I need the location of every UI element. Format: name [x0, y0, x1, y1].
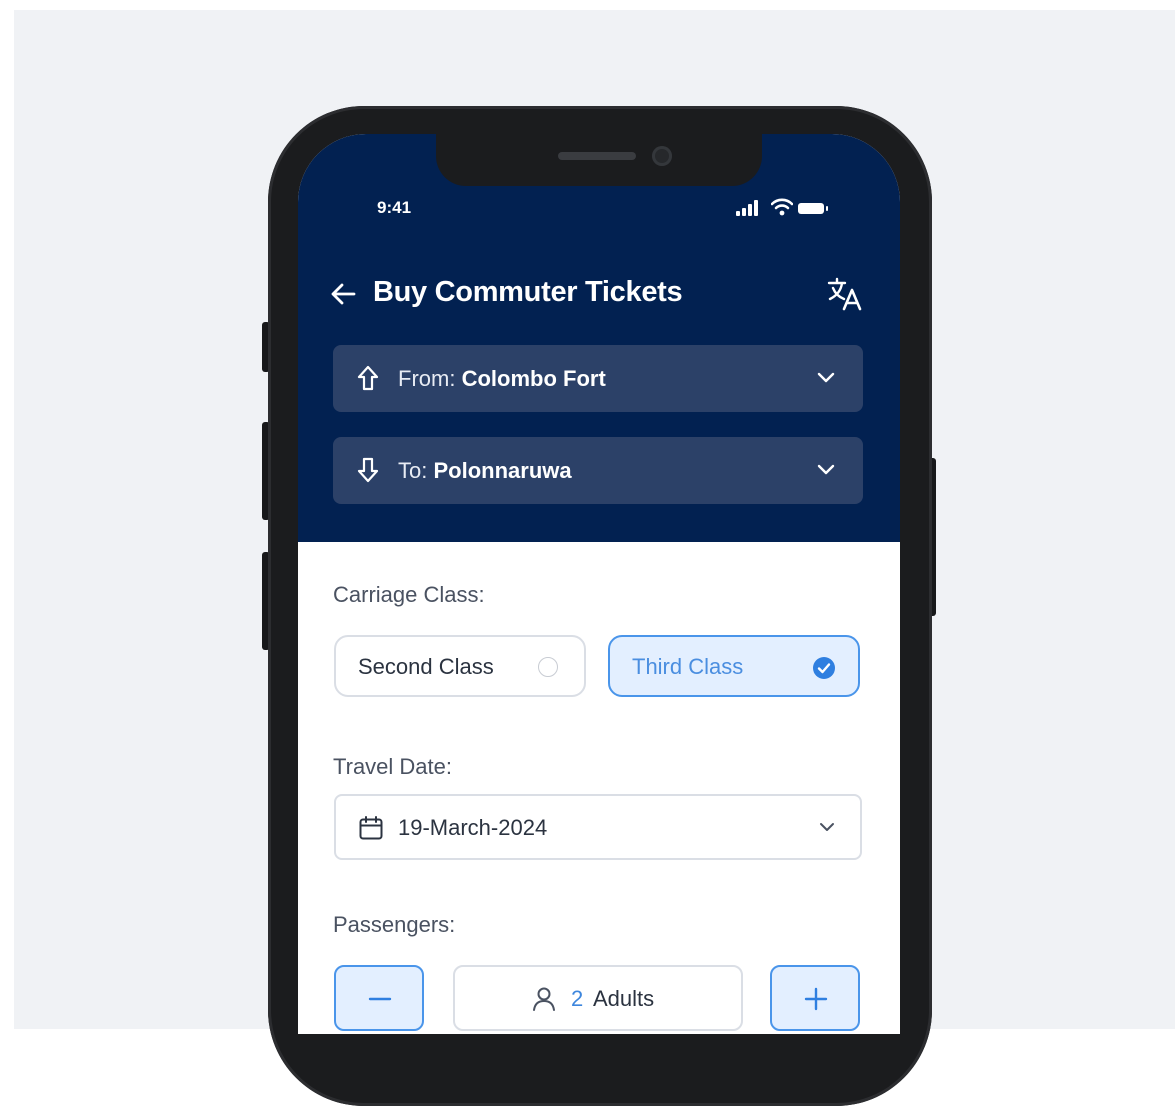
increase-passengers-button[interactable] [770, 965, 860, 1031]
signal-icon [736, 200, 758, 216]
translate-icon[interactable] [826, 276, 864, 312]
to-value: Polonnaruwa [433, 458, 572, 483]
phone-screen: 9:41 Buy Commuter Tickets From: Colombo … [298, 134, 900, 1034]
third-class-label: Third Class [632, 654, 744, 679]
speaker [558, 152, 636, 160]
from-station-text: From: Colombo Fort [398, 366, 606, 392]
carriage-class-label: Carriage Class: [333, 582, 485, 607]
arrow-down-icon [357, 457, 379, 483]
second-class-label: Second Class [358, 654, 494, 679]
user-icon [533, 987, 555, 1011]
notch [436, 134, 762, 186]
second-class-option[interactable]: Second Class [334, 635, 586, 697]
from-value: Colombo Fort [461, 366, 606, 391]
status-icons [736, 198, 846, 218]
minus-icon [368, 997, 392, 1001]
chevron-down-icon [820, 823, 834, 831]
passengers-label: Passengers: [333, 912, 456, 937]
plus-icon [804, 987, 828, 1011]
battery-icon [798, 203, 824, 214]
from-station-select[interactable]: From: Colombo Fort [333, 345, 863, 412]
to-station-select[interactable]: To: Polonnaruwa [333, 437, 863, 504]
check-circle-icon [813, 657, 835, 679]
passenger-unit: Adults [593, 986, 655, 1011]
wifi-icon [771, 198, 793, 216]
status-time: 9:41 [377, 198, 412, 217]
arrow-left-icon[interactable] [328, 279, 358, 309]
travel-date-label: Travel Date: [333, 754, 453, 779]
front-camera [652, 146, 672, 166]
passenger-count-field: 2 Adults [453, 965, 743, 1031]
to-station-text: To: Polonnaruwa [398, 458, 572, 484]
app-header: 9:41 Buy Commuter Tickets From: Colombo … [298, 134, 900, 542]
arrow-up-icon [357, 365, 379, 391]
chevron-down-icon [817, 372, 835, 383]
battery-tip [826, 206, 828, 211]
passenger-count: 2 [571, 986, 584, 1011]
to-label: To: [398, 458, 428, 483]
travel-date-select[interactable]: 19-March-2024 [334, 794, 862, 860]
from-label: From: [398, 366, 456, 391]
decrease-passengers-button[interactable] [334, 965, 424, 1031]
radio-unchecked-icon [538, 657, 558, 677]
travel-date-value: 19-March-2024 [398, 815, 548, 840]
calendar-icon [359, 816, 383, 840]
third-class-option[interactable]: Third Class [608, 635, 860, 697]
chevron-down-icon [817, 464, 835, 475]
page-title: Buy Commuter Tickets [373, 276, 683, 308]
